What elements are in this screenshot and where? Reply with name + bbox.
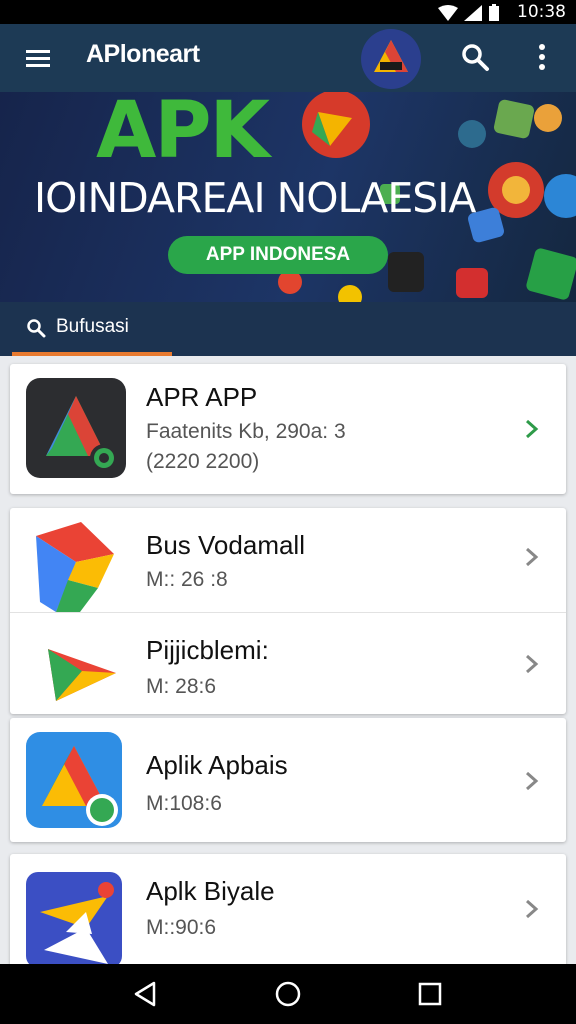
featured-app-card[interactable]: APR APP Faatenits Kb, 290a: 3 (2220 2200…: [10, 364, 566, 494]
app-logo-icon: [361, 29, 421, 89]
back-icon[interactable]: [132, 980, 160, 1008]
tab-indicator: [12, 352, 172, 356]
status-icons: [438, 4, 500, 22]
tab-bar: Bufusasi: [0, 302, 576, 356]
signal-icon: [464, 5, 482, 21]
chevron-right-icon[interactable]: [524, 770, 540, 792]
app-details-secondary: (2220 2200): [146, 450, 260, 473]
app-meta: M::90:6: [146, 916, 217, 939]
app-list-card: Aplik Apbais M:108:6: [10, 718, 566, 842]
list-item[interactable]: Bus Vodamall M:: 26 :8: [10, 508, 566, 612]
banner-headline: IOINDAREAI NOLAESIA: [34, 174, 476, 222]
banner-app-button[interactable]: APP INDONESA: [168, 236, 388, 274]
recents-icon[interactable]: [416, 980, 444, 1008]
app-meta: M: 28:6: [146, 675, 217, 698]
app-name: Aplk Biyale: [146, 876, 275, 906]
app-meta: M:108:6: [146, 792, 222, 815]
status-time: 10:38: [517, 2, 566, 22]
navigation-bar: [0, 964, 576, 1024]
app-details: Faatenits Kb, 290a: 3: [146, 420, 346, 443]
wifi-icon: [438, 5, 458, 21]
app-list-card: Aplk Biyale M::90:6: [10, 854, 566, 974]
promo-banner[interactable]: APK IOINDAREAI NOLAESIA APP INDONESA: [0, 92, 576, 302]
app-bar: APloneart: [0, 24, 576, 92]
app-name: Aplik Apbais: [146, 750, 288, 780]
list-item[interactable]: Pijjicblemi: M: 28:6: [10, 613, 566, 717]
app-name: APR APP: [146, 382, 258, 412]
status-bar: 10:38: [0, 0, 576, 24]
list-item[interactable]: Aplik Apbais M:108:6: [10, 718, 566, 842]
list-item[interactable]: Aplk Biyale M::90:6: [10, 854, 566, 968]
search-icon[interactable]: [460, 42, 490, 72]
banner-logo-text: APK: [96, 92, 270, 176]
home-icon[interactable]: [274, 980, 302, 1008]
chevron-right-icon[interactable]: [524, 546, 540, 568]
chevron-right-icon[interactable]: [524, 653, 540, 675]
more-options-icon[interactable]: [530, 42, 554, 72]
app-meta: M:: 26 :8: [146, 568, 228, 591]
app-name: Bus Vodamall: [146, 530, 305, 560]
app-title: APloneart: [86, 40, 200, 68]
tab-search-label[interactable]: Bufusasi: [56, 316, 129, 338]
app-icon: [36, 522, 114, 612]
chevron-right-icon[interactable]: [524, 418, 540, 440]
app-icon: [26, 732, 122, 828]
app-icon: [48, 649, 116, 701]
battery-icon: [489, 4, 499, 21]
search-icon[interactable]: [26, 318, 46, 338]
app-name: Pijjicblemi:: [146, 635, 269, 665]
app-list-card: Bus Vodamall M:: 26 :8 Pijjicblemi: M: 2…: [10, 508, 566, 714]
menu-icon[interactable]: [24, 44, 52, 72]
chevron-right-icon[interactable]: [524, 898, 540, 920]
app-icon: [26, 378, 126, 478]
app-icon: [26, 872, 122, 968]
